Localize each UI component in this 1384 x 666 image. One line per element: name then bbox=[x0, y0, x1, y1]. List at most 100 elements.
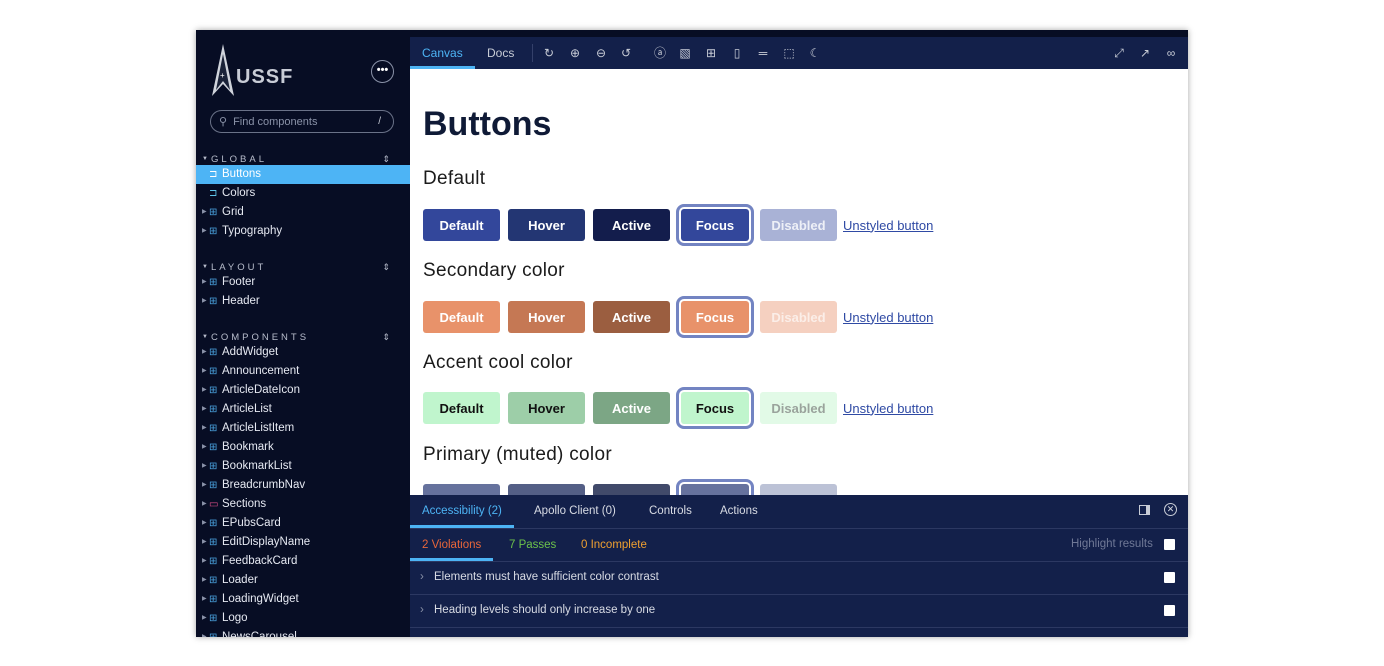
tab-passes[interactable]: 7 Passes bbox=[509, 529, 556, 561]
sidebar-item-buttons[interactable]: ⊐ Buttons bbox=[196, 165, 410, 184]
sidebar-item-articledateicon[interactable]: ▶ ⊞ ArticleDateIcon bbox=[196, 381, 410, 400]
sidebar-item-newscarousel[interactable]: ▶⊞ NewsCarousel bbox=[196, 628, 410, 637]
disabled-button[interactable]: Disabled bbox=[760, 392, 837, 424]
tab-docs[interactable]: Docs bbox=[487, 37, 514, 69]
rule-label: Elements must have sufficient color cont… bbox=[434, 571, 659, 583]
rule-row[interactable]: › Heading levels should only increase by … bbox=[410, 594, 1188, 627]
sidebar-item-label: ArticleList bbox=[222, 403, 272, 415]
search-field[interactable]: ⚲ Find components / bbox=[210, 110, 394, 133]
outline-icon[interactable]: ⬚ bbox=[782, 46, 796, 60]
muted-button[interactable] bbox=[676, 479, 754, 495]
sidebar-item-typography[interactable]: ▶ ⊞ Typography bbox=[196, 222, 410, 241]
muted-button[interactable] bbox=[593, 484, 670, 495]
panel-orientation-icon[interactable] bbox=[1139, 505, 1150, 515]
zoom-in-icon[interactable]: ⊕ bbox=[568, 46, 582, 60]
zoom-out-icon[interactable]: ⊖ bbox=[594, 46, 608, 60]
sidebar-item-bookmark[interactable]: ▶ ⊞ Bookmark bbox=[196, 438, 410, 457]
unstyled-button[interactable]: Unstyled button bbox=[843, 310, 933, 325]
background-icon[interactable]: ▧ bbox=[678, 46, 692, 60]
toolbar: Canvas Docs ↻ ⊕ ⊖ ↺ ⓐ ▧ ⊞ ▯ ═ ⬚ ☾ ⤢ ↗ ∞ bbox=[410, 37, 1188, 69]
tab-incomplete[interactable]: 0 Incomplete bbox=[581, 529, 647, 561]
sidebar-item-articlelistitem[interactable]: ▶ ⊞ ArticleListItem bbox=[196, 419, 410, 438]
sidebar-item-announcement[interactable]: ▶ ⊞ Announcement bbox=[196, 362, 410, 381]
hover-button[interactable]: Hover bbox=[508, 301, 585, 333]
sidebar-item-label: EditDisplayName bbox=[222, 536, 311, 548]
sidebar-item-label: Header bbox=[222, 295, 260, 307]
expand-collapse-icon[interactable]: ⇕ bbox=[382, 154, 390, 165]
focus-button[interactable]: Focus bbox=[676, 204, 754, 246]
sidebar-item-editdisplayname[interactable]: ▶ ⊞ EditDisplayName bbox=[196, 533, 410, 552]
active-button[interactable]: Active bbox=[593, 392, 670, 424]
sidebar-item-label: AddWidget bbox=[222, 346, 279, 358]
accessibility-icon[interactable]: ⓐ bbox=[653, 46, 667, 60]
refresh-icon[interactable]: ↻ bbox=[542, 46, 556, 60]
sidebar-item-loadingwidget[interactable]: ▶ ⊞ LoadingWidget bbox=[196, 590, 410, 609]
rule-row[interactable]: › Elements must have sufficient color con… bbox=[410, 561, 1188, 594]
bookmark-icon: ⊐ bbox=[209, 169, 218, 180]
sidebar-item-header[interactable]: ▶ ⊞ Header bbox=[196, 292, 410, 311]
zoom-reset-icon[interactable]: ↺ bbox=[619, 46, 633, 60]
sidebar-item-feedbackcard[interactable]: ▶ ⊞ FeedbackCard bbox=[196, 552, 410, 571]
sidebar-item-articlelist[interactable]: ▶ ⊞ ArticleList bbox=[196, 400, 410, 419]
section-heading: Primary (muted) color bbox=[423, 444, 612, 465]
tab-canvas[interactable]: Canvas bbox=[410, 37, 475, 69]
muted-button[interactable] bbox=[423, 484, 500, 495]
tab-apollo-client[interactable]: Apollo Client (0) bbox=[534, 495, 616, 528]
viewport-icon[interactable]: ▯ bbox=[730, 46, 744, 60]
default-button[interactable]: Default bbox=[423, 392, 500, 424]
muted-button[interactable] bbox=[760, 484, 837, 495]
default-button[interactable]: Default bbox=[423, 209, 500, 241]
sidebar-item-colors[interactable]: ⊐ Colors bbox=[196, 184, 410, 203]
sidebar-item-breadcrumbnav[interactable]: ▶ ⊞ BreadcrumbNav bbox=[196, 476, 410, 495]
caret-right-icon: ▶ bbox=[202, 539, 207, 545]
sidebar-item-label: BookmarkList bbox=[222, 460, 292, 472]
fullscreen-icon[interactable]: ⤢ bbox=[1112, 46, 1126, 60]
disabled-button[interactable]: Disabled bbox=[760, 209, 837, 241]
sidebar-item-label: NewsCarousel bbox=[222, 631, 297, 637]
disabled-button[interactable]: Disabled bbox=[760, 301, 837, 333]
component-icon: ⊞ bbox=[209, 226, 218, 237]
close-panel-icon[interactable]: ✕ bbox=[1164, 503, 1177, 516]
active-button[interactable]: Active bbox=[593, 209, 670, 241]
tab-violations[interactable]: 2 Violations bbox=[410, 529, 494, 561]
grid-icon[interactable]: ⊞ bbox=[704, 46, 718, 60]
dark-mode-icon[interactable]: ☾ bbox=[808, 46, 822, 60]
hover-button[interactable]: Hover bbox=[508, 209, 585, 241]
rule-label: Heading levels should only increase by o… bbox=[434, 604, 656, 616]
unstyled-button[interactable]: Unstyled button bbox=[843, 218, 933, 233]
muted-button[interactable] bbox=[508, 484, 585, 495]
caret-right-icon: ▶ bbox=[202, 634, 207, 637]
sidebar-item-grid[interactable]: ▶ ⊞ Grid bbox=[196, 203, 410, 222]
sidebar-item-footer[interactable]: ▶ ⊞ Footer bbox=[196, 273, 410, 292]
tab-controls[interactable]: Controls bbox=[649, 495, 692, 528]
measure-icon[interactable]: ═ bbox=[756, 46, 770, 60]
sidebar-item-bookmarklist[interactable]: ▶ ⊞ BookmarkList bbox=[196, 457, 410, 476]
hover-button[interactable]: Hover bbox=[508, 392, 585, 424]
svg-text:+: + bbox=[220, 71, 225, 80]
tab-actions[interactable]: Actions bbox=[720, 495, 758, 528]
unstyled-button[interactable]: Unstyled button bbox=[843, 401, 933, 416]
focus-button[interactable]: Focus bbox=[676, 296, 754, 338]
component-icon: ⊞ bbox=[209, 461, 218, 472]
more-options-button[interactable]: ••• bbox=[371, 60, 394, 83]
sidebar-item-loader[interactable]: ▶ ⊞ Loader bbox=[196, 571, 410, 590]
tab-accessibility[interactable]: Accessibility (2) bbox=[410, 495, 514, 528]
ussf-logo[interactable]: + USSF bbox=[212, 44, 293, 96]
open-new-tab-icon[interactable]: ↗ bbox=[1138, 46, 1152, 60]
focus-button[interactable]: Focus bbox=[676, 387, 754, 429]
expand-collapse-icon[interactable]: ⇕ bbox=[382, 332, 390, 343]
sidebar-item-epubscard[interactable]: ▶ ⊞ EPubsCard bbox=[196, 514, 410, 533]
sidebar-item-addwidget[interactable]: ▶ ⊞ AddWidget bbox=[196, 343, 410, 362]
button-row bbox=[423, 479, 845, 495]
highlight-results-checkbox[interactable] bbox=[1164, 539, 1175, 550]
default-button[interactable]: Default bbox=[423, 301, 500, 333]
copy-link-icon[interactable]: ∞ bbox=[1164, 46, 1178, 60]
expand-collapse-icon[interactable]: ⇕ bbox=[382, 262, 390, 273]
sidebar-item-logo[interactable]: ▶ ⊞ Logo bbox=[196, 609, 410, 628]
sidebar-item-sections[interactable]: ▶ ▭ Sections bbox=[196, 495, 410, 514]
component-icon: ⊞ bbox=[209, 404, 218, 415]
active-button[interactable]: Active bbox=[593, 301, 670, 333]
rule-checkbox[interactable] bbox=[1164, 605, 1175, 616]
search-input[interactable]: Find components bbox=[233, 116, 317, 128]
rule-checkbox[interactable] bbox=[1164, 572, 1175, 583]
